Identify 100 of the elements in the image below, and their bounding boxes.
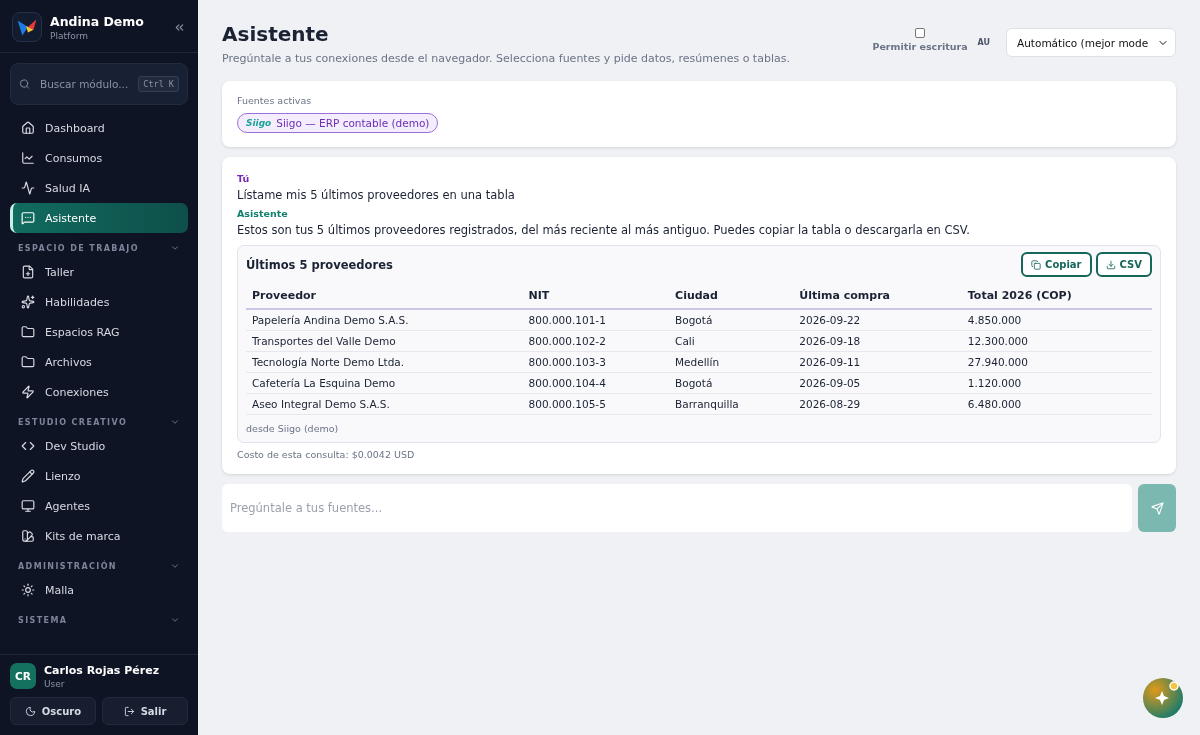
table-cell: 2026-09-11 xyxy=(793,351,962,373)
search-field[interactable]: Buscar módulo... Ctrl K xyxy=(10,63,188,105)
nav-icon xyxy=(21,469,35,483)
table-cell: 12.300.000 xyxy=(961,330,1152,352)
search-icon xyxy=(19,78,30,90)
nav-icon xyxy=(21,499,35,513)
nav-item[interactable]: Archivos xyxy=(10,347,188,377)
nav-icon xyxy=(21,439,35,453)
table-cell: 1.120.000 xyxy=(961,372,1152,394)
user-avatar: CR xyxy=(10,663,36,689)
column-header: NIT xyxy=(522,283,670,309)
send-icon xyxy=(1150,501,1164,515)
nav-icon xyxy=(21,211,35,225)
message-text: Lístame mis 5 últimos proveedores en una tabla xyxy=(237,188,516,202)
send-button[interactable] xyxy=(1138,484,1176,532)
section-title: SISTEMA xyxy=(18,615,68,625)
nav-icon xyxy=(21,181,35,195)
nav-item[interactable]: Consumos xyxy=(10,143,188,173)
table-cell: Aseo Integral Demo S.A.S. xyxy=(246,393,523,415)
table-cell: 4.850.000 xyxy=(961,309,1152,331)
table-cell: Medellín xyxy=(669,351,794,373)
shortcut-key: Ctrl K xyxy=(138,76,179,92)
user-name: Carlos Rojas Pérez xyxy=(44,663,160,677)
chevron-icon[interactable] xyxy=(170,243,180,253)
nav-item[interactable]: Espacios RAG xyxy=(10,317,188,347)
table-cell: Papelería Andina Demo S.A.S. xyxy=(246,309,523,331)
table-cell: 800.000.105-5 xyxy=(522,393,670,415)
nav-icon xyxy=(21,265,35,279)
nav-icon xyxy=(21,295,35,309)
write-checkbox[interactable] xyxy=(915,28,925,38)
nav-icon xyxy=(21,325,35,339)
logout-icon xyxy=(123,705,135,717)
nav-item[interactable]: Conexiones xyxy=(10,377,188,407)
nav-item[interactable]: Asistente xyxy=(10,203,188,233)
bird-logo-icon xyxy=(12,12,42,42)
nav-item[interactable]: Dashboard xyxy=(10,113,188,143)
nav-icon xyxy=(21,385,35,399)
search-placeholder: Buscar módulo... xyxy=(39,78,129,90)
assistant-orb-icon[interactable] xyxy=(1142,677,1184,719)
table-cell: Tecnología Norte Demo Ltda. xyxy=(246,351,523,373)
copy-icon xyxy=(1031,259,1042,270)
copy-button[interactable]: Copiar xyxy=(1021,252,1092,277)
nav-icon xyxy=(21,529,35,543)
table-footnote: desde Siigo (demo) xyxy=(246,423,340,434)
nav-item[interactable]: Taller xyxy=(10,257,188,287)
chevron-icon[interactable] xyxy=(170,561,180,571)
page-subtitle: Pregúntale a tus conexiones desde el navegador. Selecciona fuentes y pide datos, resúmenes o tablas. xyxy=(222,52,791,65)
brand-name: Andina Demo xyxy=(50,13,144,29)
table-cell: 800.000.102-2 xyxy=(522,330,670,352)
table-cell: Cali xyxy=(669,330,794,352)
table-cell: 800.000.103-3 xyxy=(522,351,670,373)
nav-icon xyxy=(21,583,35,597)
sources-label: Fuentes activas xyxy=(237,95,313,106)
nav-icon xyxy=(21,355,35,369)
table-cell: 800.000.104-4 xyxy=(522,372,670,394)
nav-item[interactable]: Agentes xyxy=(10,491,188,521)
table-cell: 2026-09-22 xyxy=(793,309,962,331)
column-header: Total 2026 (COP) xyxy=(961,283,1152,309)
nav-item[interactable]: Lienzo xyxy=(10,461,188,491)
message-author: Tú xyxy=(237,173,251,184)
source-logo: Siigo xyxy=(246,118,272,128)
table-title: Últimos 5 proveedores xyxy=(246,257,393,272)
section-title: ESPACIO DE TRABAJO xyxy=(18,243,139,253)
user-role: User xyxy=(44,678,66,689)
source-chip[interactable]: Siigo Siigo — ERP contable (demo) xyxy=(237,113,439,133)
column-header: Ciudad xyxy=(669,283,794,309)
table-cell: 2026-08-29 xyxy=(793,393,962,415)
model-select[interactable]: Automático (mejor mode xyxy=(1006,28,1176,57)
query-cost: Costo de esta consulta: $0.0042 USD xyxy=(237,449,416,460)
theme-button[interactable]: Oscuro xyxy=(10,697,96,725)
section-title: ESTUDIO CREATIVO xyxy=(18,417,128,427)
nav-item[interactable]: Dev Studio xyxy=(10,431,188,461)
table-cell: Transportes del Valle Demo xyxy=(246,330,523,352)
nav-item[interactable]: Malla xyxy=(10,575,188,605)
page-title: Asistente xyxy=(222,22,330,46)
nav-item[interactable]: Habilidades xyxy=(10,287,188,317)
table-cell: 2026-09-18 xyxy=(793,330,962,352)
model-label: AU xyxy=(977,38,990,47)
download-button[interactable]: CSV xyxy=(1095,252,1152,277)
nav-icon xyxy=(21,151,35,165)
message-input[interactable]: Pregúntale a tus fuentes... xyxy=(222,484,1132,532)
table-cell: Cafetería La Esquina Demo xyxy=(246,372,523,394)
nav-item[interactable]: Kits de marca xyxy=(10,521,188,551)
message-author: Asistente xyxy=(237,208,289,219)
chevron-icon[interactable] xyxy=(170,615,180,625)
column-header: Última compra xyxy=(793,283,962,309)
nav-icon xyxy=(21,121,35,135)
table-cell: 800.000.101-1 xyxy=(522,309,670,331)
table-cell: Barranquilla xyxy=(669,393,794,415)
table-cell: Bogotá xyxy=(669,372,794,394)
column-header: Proveedor xyxy=(246,283,523,309)
nav-item[interactable]: Salud IA xyxy=(10,173,188,203)
logout-button[interactable]: Salir xyxy=(102,697,188,725)
message-text: Estos son tus 5 últimos proveedores registrados, del más reciente al más antiguo. Puedes copiar la tabla o descargarla en CSV. xyxy=(237,223,971,237)
download-icon xyxy=(1105,259,1116,270)
table-cell: 6.480.000 xyxy=(961,393,1152,415)
table-cell: 27.940.000 xyxy=(961,351,1152,373)
table-cell: Bogotá xyxy=(669,309,794,331)
chevron-icon[interactable] xyxy=(170,417,180,427)
section-title: ADMINISTRACIÓN xyxy=(18,561,117,571)
